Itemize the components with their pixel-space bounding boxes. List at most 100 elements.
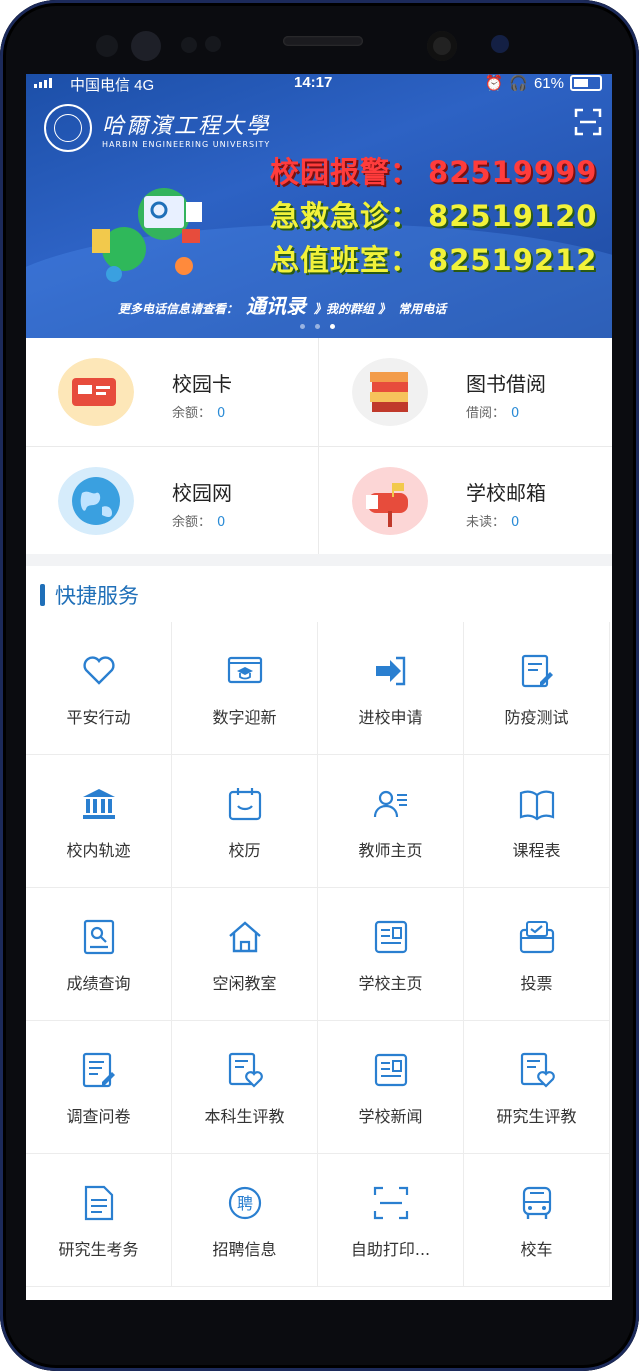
service-item[interactable]: 投票 [464,888,610,1021]
earpiece-speaker [283,36,363,46]
service-item[interactable]: 课程表 [464,755,610,888]
front-camera-icon [427,31,457,61]
service-item[interactable]: 调查问卷 [26,1021,172,1154]
card-sub-label: 余额： [172,406,212,421]
service-item[interactable]: 自助打印... [318,1154,464,1287]
status-bar: 中国电信 4G 14:17 ⏰ 🎧 61% [26,74,612,94]
sensor-icon [131,31,161,61]
university-name-cn: 哈爾濱工程大學 [102,113,271,139]
service-label: 研究生评教 [496,1107,577,1126]
newspaper-icon [374,920,408,954]
carousel-dot[interactable] [315,324,320,329]
doc-icon [84,1185,114,1221]
service-label: 空闲教室 [212,974,277,993]
carousel-indicator [300,324,335,329]
service-item[interactable]: 学校主页 [318,888,464,1021]
service-item[interactable]: 校车 [464,1154,610,1287]
university-seal-icon [44,104,92,152]
eval-heart-icon [520,1052,555,1088]
globe-icon [58,467,134,535]
service-illustration-icon [92,188,202,282]
section-title-text: 快捷服务 [55,584,139,608]
card-sub-value: 0 [217,406,226,421]
service-label: 投票 [520,974,553,993]
heart-icon [83,656,115,685]
carousel-dot-active[interactable] [330,324,335,329]
heading-accent-bar [40,584,45,606]
calendar-icon [228,788,262,821]
sensor-icon [491,35,509,53]
building-icon [83,789,115,819]
phone-frame: 中国电信 4G 14:17 ⏰ 🎧 61% 哈爾濱工程大學 HARBIN ENG… [0,0,639,1371]
sensor-icon [96,35,118,57]
phone-line[interactable]: 急救急诊： 82519120 [270,194,597,238]
campus-network-tile[interactable]: 校园网 余额： 0 [26,447,318,554]
banner-footer: 更多电话信息请查看： 通讯录 》我的群组 》 常用电话 [118,290,446,319]
phone-line-label: 校园报警： [270,155,421,189]
service-item[interactable]: 空闲教室 [172,888,318,1021]
service-label: 课程表 [512,841,561,860]
sensor-icon [205,36,221,52]
service-item[interactable]: 数字迎新 [172,622,318,755]
service-item[interactable]: 研究生考务 [26,1154,172,1287]
service-item[interactable]: 聘 招聘信息 [172,1154,318,1287]
campus-card-tile[interactable]: 校园卡 余额： 0 [26,338,318,445]
service-item[interactable]: 研究生评教 [464,1021,610,1154]
card-sub-value: 0 [217,515,226,530]
bus-icon [522,1186,552,1219]
card-title: 校园网 [172,481,232,505]
carousel-dot[interactable] [300,324,305,329]
service-item[interactable]: 学校新闻 [318,1021,464,1154]
service-label: 数字迎新 [212,708,277,727]
phone-line-number: 82519120 [428,199,598,233]
battery-icon [570,75,602,91]
phone-line[interactable]: 总值班室： 82519212 [270,238,597,282]
alarm-icon: ⏰ [484,75,504,92]
banner-carousel[interactable]: 中国电信 4G 14:17 ⏰ 🎧 61% 哈爾濱工程大學 HARBIN ENG… [26,74,612,338]
service-label: 招聘信息 [212,1240,277,1259]
headphones-icon: 🎧 [509,75,528,92]
service-item[interactable]: 教师主页 [318,755,464,888]
card-title: 校园卡 [172,372,232,396]
phone-line-number: 82519999 [428,155,598,189]
card-title: 图书借阅 [466,372,546,396]
service-item[interactable]: 进校申请 [318,622,464,755]
phone-line[interactable]: 校园报警： 82519999 [270,150,597,194]
service-label: 校历 [228,841,261,860]
enter-icon [376,656,406,686]
status-right: ⏰ 🎧 61% [485,74,602,92]
news-icon [374,1053,408,1087]
card-sub-label: 余额： [172,515,212,530]
phone-line-label: 急救急诊： [270,199,421,233]
quick-services-heading: 快捷服务 [40,580,139,610]
service-item[interactable]: 本科生评教 [172,1021,318,1154]
service-label: 成绩查询 [66,974,131,993]
service-label: 本科生评教 [204,1107,285,1126]
service-label: 调查问卷 [66,1107,131,1126]
campus-card-icon [58,358,134,426]
school-mail-tile[interactable]: 学校邮箱 未读： 0 [320,447,612,554]
scan-icon[interactable] [574,108,602,136]
app-screen: 中国电信 4G 14:17 ⏰ 🎧 61% 哈爾濱工程大學 HARBIN ENG… [26,74,612,1300]
service-label: 学校新闻 [358,1107,423,1126]
scan-icon [373,1186,409,1220]
banner-footer-prefix: 更多电话信息请查看： [118,302,239,316]
clock: 14:17 [294,74,333,91]
phone-top-bezel [0,0,639,74]
service-item[interactable]: 校内轨迹 [26,755,172,888]
service-label: 自助打印... [350,1240,431,1259]
recruit-icon: 聘 [228,1186,262,1220]
teacher-icon [373,790,407,818]
service-item[interactable]: 成绩查询 [26,888,172,1021]
contacts-link[interactable]: 通讯录 [246,290,306,319]
survey-icon [82,1052,115,1088]
service-item[interactable]: 校历 [172,755,318,888]
emergency-phone-list: 校园报警： 82519999 急救急诊： 82519120 总值班室： 8251… [270,150,597,282]
service-item[interactable]: 平安行动 [26,622,172,755]
service-item[interactable]: 防疫测试 [464,622,610,755]
service-label: 防疫测试 [504,708,569,727]
phone-line-number: 82519212 [428,243,598,277]
service-label: 校车 [520,1240,553,1259]
library-tile[interactable]: 图书借阅 借阅： 0 [320,338,612,445]
service-label: 教师主页 [358,841,423,860]
